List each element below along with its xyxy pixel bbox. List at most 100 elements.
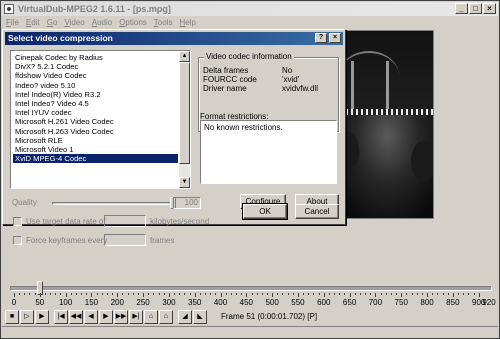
close-button[interactable]: × (483, 3, 496, 14)
codec-list-item[interactable]: Microsoft Video 1 (13, 145, 178, 154)
tick-mark (127, 293, 129, 295)
tick-label: 600 (317, 298, 331, 307)
play-input-icon[interactable]: ▷ (20, 310, 34, 324)
tick-mark (132, 293, 134, 295)
tick-mark (328, 293, 330, 295)
tick-label: 800 (420, 298, 434, 307)
tick-mark (55, 293, 57, 295)
frame-info: Frame 51 (0:00:01.702) [P] (221, 312, 318, 321)
quality-slider[interactable] (52, 202, 174, 205)
tick-mark (174, 293, 176, 295)
next-frame-icon[interactable]: ▶ (99, 310, 113, 324)
tick-mark (137, 293, 139, 295)
menu-video[interactable]: Video (64, 17, 84, 29)
tick-mark (261, 293, 263, 295)
tick-mark (143, 293, 145, 297)
codec-list-item[interactable]: Microsoft RLE (13, 136, 178, 145)
tick-mark (210, 293, 212, 295)
tick-label: 150 (84, 298, 99, 307)
codec-list-item[interactable]: Intel Indeo? Video 4.5 (13, 99, 178, 108)
tick-mark (122, 293, 124, 295)
maximize-button[interactable]: □ (469, 3, 482, 14)
tick-mark (473, 293, 475, 295)
scene-back-icon[interactable]: ⌂ (144, 310, 158, 324)
menu-edit[interactable]: Edit (26, 17, 40, 29)
dialog-close-button[interactable]: × (329, 33, 341, 43)
tick-label: 850 (446, 298, 460, 307)
menu-options[interactable]: Options (119, 17, 147, 29)
use-data-rate-checkbox[interactable] (13, 217, 22, 226)
minimize-button[interactable]: _ (455, 3, 468, 14)
codec-list-item[interactable]: Cinepak Codec by Radius (13, 53, 178, 62)
tick-mark (14, 293, 15, 297)
codec-list[interactable]: Cinepak Codec by Radius DivX? 5.2.1 Codec… (10, 50, 191, 189)
codec-list-scrollbar[interactable]: ▲ ▼ (179, 51, 190, 188)
info-row-driver: Driver name xvidvfw.dll (203, 84, 319, 93)
codec-info-legend: Video codec information (204, 52, 294, 61)
play-output-icon[interactable]: ▶ (35, 310, 49, 324)
keyframes-input[interactable] (104, 234, 146, 246)
timeline-track[interactable] (10, 286, 492, 291)
mark-in-icon[interactable]: ◢ (178, 310, 192, 324)
tick-label: 450 (239, 298, 254, 307)
tick-mark (308, 293, 310, 295)
scroll-up-icon[interactable]: ▲ (179, 51, 190, 62)
codec-list-item[interactable]: Intel IYUV codec (13, 108, 178, 117)
scrollbar-thumb[interactable] (179, 62, 190, 164)
force-keyframes-checkbox[interactable] (13, 236, 22, 245)
menu-file[interactable]: File (6, 17, 19, 29)
tick-mark (375, 293, 377, 297)
force-keyframes-label: Force keyframes every (26, 236, 108, 245)
codec-list-item[interactable]: Microsoft H.261 Video Codec (13, 117, 178, 126)
tick-mark (458, 293, 460, 295)
timeline-tick-labels: 0 50 100 150 200 250 300 350 400 450 500 550 600 650 7… (1, 298, 500, 308)
menu-tools[interactable]: Tools (154, 17, 173, 29)
prev-frame-icon[interactable]: ◀ (84, 310, 98, 324)
codec-list-item[interactable]: ffdshow Video Codec (13, 71, 178, 80)
app-title: VirtualDub-MPEG2 1.6.11 - [ps.mpg] (18, 4, 171, 14)
tick-mark (220, 293, 222, 297)
codec-list-item[interactable]: Microsoft H.263 Video Codec (13, 127, 178, 136)
tick-label: 300 (162, 298, 176, 307)
tick-mark (468, 293, 470, 295)
tick-mark (292, 293, 294, 295)
tick-label: 750 (394, 298, 408, 307)
tick-mark (81, 293, 83, 295)
tick-mark (256, 293, 258, 295)
scene-fwd-icon[interactable]: ⌂ (159, 310, 173, 324)
menu-help[interactable]: Help (179, 17, 195, 29)
tick-mark (29, 293, 31, 295)
start-icon[interactable]: |◀ (54, 310, 68, 324)
end-icon[interactable]: ▶| (129, 310, 143, 324)
tick-mark (241, 293, 243, 295)
cancel-button[interactable]: Cancel (295, 204, 339, 219)
prev-key-icon[interactable]: ◀◀ (69, 310, 83, 324)
tick-mark (452, 293, 454, 297)
menubar: File Edit Go Video Audio Options Tools H… (4, 17, 196, 29)
data-rate-input[interactable] (104, 215, 146, 227)
tick-label: 0 (11, 298, 17, 307)
codec-list-item[interactable]: DivX? 5.2.1 Codec (13, 62, 178, 71)
next-key-icon[interactable]: ▶▶ (114, 310, 128, 324)
stop-icon[interactable]: ■ (5, 310, 19, 324)
tick-mark (370, 293, 372, 295)
codec-list-item[interactable]: Intel Indeo(R) Video R3.2 (13, 90, 178, 99)
tick-mark (184, 293, 186, 295)
ok-button[interactable]: OK (242, 203, 288, 220)
codec-list-item[interactable]: Indeo? video 5.10 (13, 81, 178, 90)
force-keyframes-row: Force keyframes every frames (13, 234, 213, 247)
tick-mark (344, 293, 346, 295)
scroll-down-icon[interactable]: ▼ (179, 177, 190, 188)
dialog-titlebar: Select video compression ? × (5, 32, 343, 45)
menu-audio[interactable]: Audio (92, 17, 112, 29)
quality-value[interactable]: 100 (173, 197, 201, 209)
codec-list-item[interactable]: XviD MPEG-4 Codec (13, 154, 178, 164)
mark-out-icon[interactable]: ◣ (193, 310, 207, 324)
menu-go[interactable]: Go (47, 17, 58, 29)
tick-mark (236, 293, 237, 295)
tick-label: 200 (110, 298, 124, 307)
help-button[interactable]: ? (315, 33, 327, 43)
tick-mark (432, 293, 434, 295)
tick-mark (168, 293, 170, 297)
tick-mark (44, 293, 46, 295)
